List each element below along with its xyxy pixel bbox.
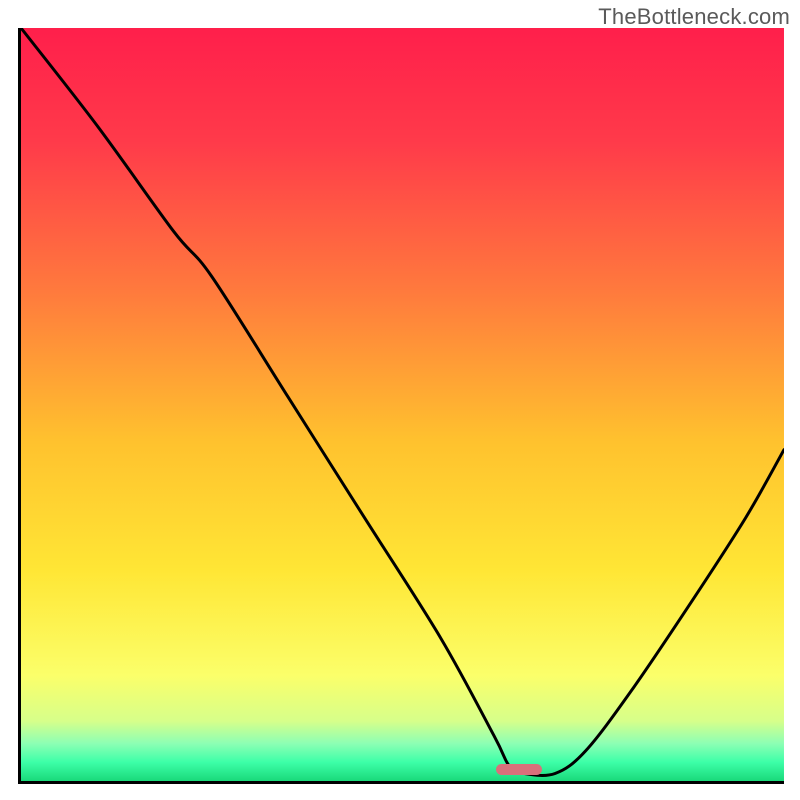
- watermark-text: TheBottleneck.com: [598, 4, 790, 30]
- bottleneck-chart: TheBottleneck.com: [0, 0, 800, 800]
- optimum-marker: [496, 764, 542, 775]
- plot-area: [18, 28, 784, 784]
- plot-svg: [21, 28, 784, 781]
- gradient-background: [21, 28, 784, 781]
